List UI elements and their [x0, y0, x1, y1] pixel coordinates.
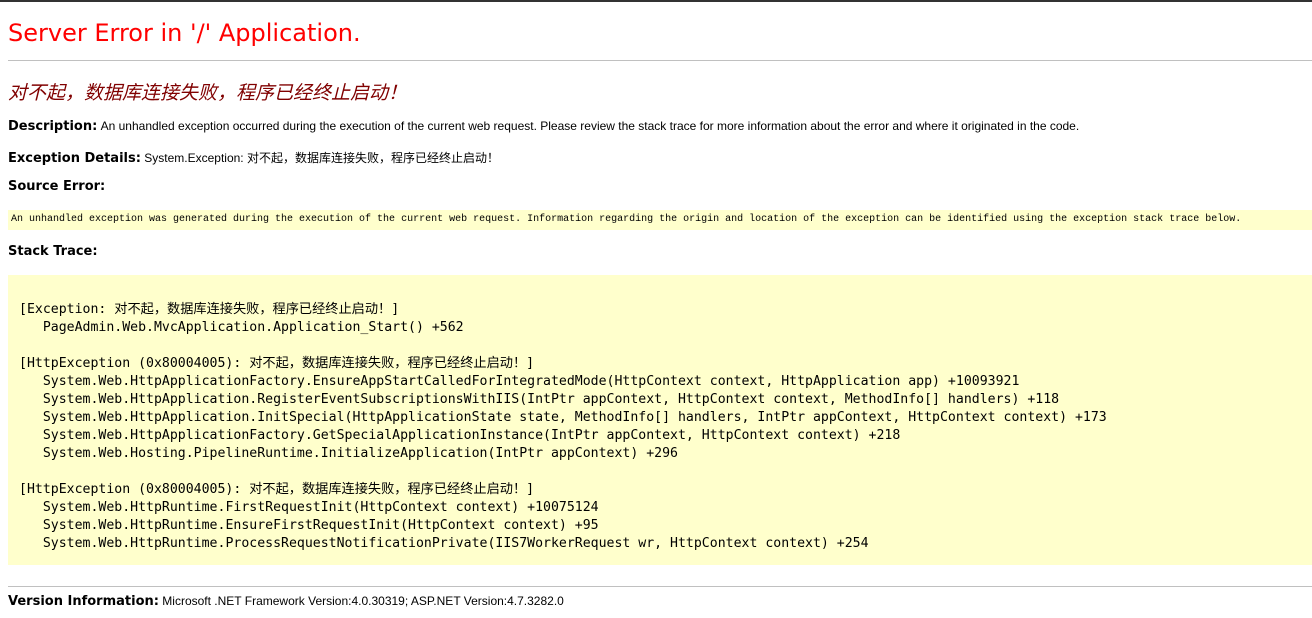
stack-trace-gap	[19, 463, 1312, 481]
stack-trace-frame-text: System.Web.HttpRuntime.FirstRequestInit(…	[42, 500, 599, 515]
title-divider	[8, 60, 1312, 61]
version-information-text: Microsoft .NET Framework Version:4.0.303…	[162, 594, 564, 608]
stack-trace-frame: System.Web.HttpApplicationFactory.Ensure…	[19, 373, 1312, 391]
stack-trace-frame-text: System.Web.Hosting.PipelineRuntime.Initi…	[42, 446, 678, 461]
exception-details-section: Exception Details: System.Exception: 对不起…	[8, 149, 499, 166]
stack-trace-frame: System.Web.HttpApplication.InitSpecial(H…	[19, 409, 1312, 427]
page-title: Server Error in '/' Application.	[8, 19, 361, 47]
version-information-label: Version Information:	[8, 594, 159, 609]
stack-trace-frame-text: PageAdmin.Web.MvcApplication.Application…	[42, 320, 464, 335]
error-message: 对不起，数据库连接失败，程序已经终止启动！	[8, 82, 408, 104]
stack-trace-label: Stack Trace:	[8, 244, 98, 259]
stack-trace-frame-text: System.Web.HttpApplicationFactory.GetSpe…	[42, 428, 901, 443]
footer-divider	[8, 586, 1312, 587]
stack-trace-frame-text: System.Web.HttpApplication.RegisterEvent…	[42, 392, 1060, 407]
stack-trace-frame: PageAdmin.Web.MvcApplication.Application…	[19, 319, 1312, 337]
stack-trace-frame-text: System.Web.HttpRuntime.ProcessRequestNot…	[42, 536, 869, 551]
source-error-text: An unhandled exception was generated dur…	[11, 214, 1242, 225]
stack-trace-box: [Exception: 对不起，数据库连接失败，程序已经终止启动！] PageA…	[8, 275, 1312, 565]
stack-trace-frame: System.Web.HttpApplication.RegisterEvent…	[19, 391, 1312, 409]
exception-details-label: Exception Details:	[8, 151, 141, 166]
stack-trace-exception-header: [HttpException (0x80004005): 对不起，数据库连接失败…	[19, 482, 535, 497]
stack-trace-frame: System.Web.HttpRuntime.FirstRequestInit(…	[19, 499, 1312, 517]
stack-trace-section: Stack Trace:	[8, 244, 98, 259]
stack-trace-exception-header: [HttpException (0x80004005): 对不起，数据库连接失败…	[19, 356, 535, 371]
version-information-section: Version Information: Microsoft .NET Fram…	[8, 594, 564, 609]
description-label: Description:	[8, 119, 98, 134]
stack-trace-frame: System.Web.HttpRuntime.EnsureFirstReques…	[19, 517, 1312, 535]
exception-details-text: System.Exception: 对不起，数据库连接失败，程序已经终止启动！	[144, 151, 499, 165]
description-section: Description: An unhandled exception occu…	[8, 119, 1079, 134]
stack-trace-frame: System.Web.HttpApplicationFactory.GetSpe…	[19, 427, 1312, 445]
source-error-section: Source Error:	[8, 179, 105, 194]
stack-trace-frame-text: System.Web.HttpRuntime.EnsureFirstReques…	[42, 518, 599, 533]
description-text: An unhandled exception occurred during t…	[100, 119, 1080, 133]
source-error-box: An unhandled exception was generated dur…	[8, 210, 1312, 230]
stack-trace-frame-text: System.Web.HttpApplication.InitSpecial(H…	[42, 410, 1107, 425]
source-error-label: Source Error:	[8, 179, 106, 194]
stack-trace-frame: System.Web.HttpRuntime.ProcessRequestNot…	[19, 535, 1312, 553]
stack-trace-exception-header: [Exception: 对不起，数据库连接失败，程序已经终止启动！]	[19, 302, 400, 317]
stack-trace-frame-text: System.Web.HttpApplicationFactory.Ensure…	[42, 374, 1020, 389]
stack-trace-frame: System.Web.Hosting.PipelineRuntime.Initi…	[19, 445, 1312, 463]
error-page: { "page": { "title": "Server Error in '/…	[0, 0, 1312, 618]
stack-trace-gap	[19, 337, 1312, 355]
